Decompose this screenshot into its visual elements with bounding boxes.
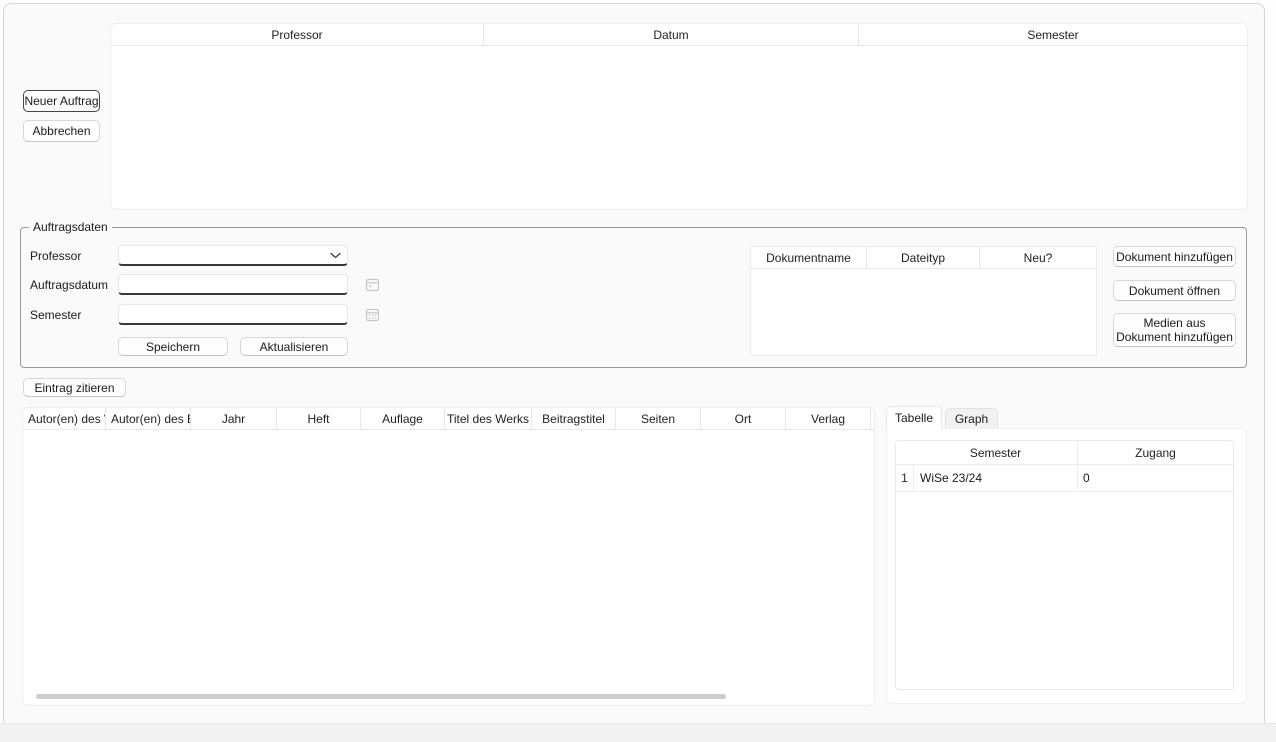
entries-col-work-title[interactable]: Titel des Werks — [445, 408, 532, 429]
tab-tabelle[interactable]: Tabelle — [886, 406, 942, 429]
order-date-label: Auftragsdatum — [30, 278, 108, 292]
stats-table-header: Semester Zugang — [896, 441, 1233, 465]
tab-graph[interactable]: Graph — [945, 408, 998, 429]
entries-col-pages[interactable]: Seiten — [616, 408, 701, 429]
documents-table-body[interactable] — [751, 269, 1096, 355]
orders-table-body[interactable] — [111, 46, 1247, 210]
entries-table-body[interactable] — [23, 430, 874, 690]
calendar-icon — [365, 277, 380, 292]
orders-table: Professor Datum Semester — [110, 23, 1248, 210]
semester-label: Semester — [30, 308, 81, 322]
open-document-button[interactable]: Dokument öffnen — [1113, 280, 1236, 301]
orders-col-professor[interactable]: Professor — [111, 24, 484, 45]
documents-table: Dokumentname Dateityp Neu? — [750, 246, 1097, 356]
entries-col-year[interactable]: Jahr — [191, 408, 277, 429]
add-document-button[interactable]: Dokument hinzufügen — [1113, 246, 1236, 267]
orders-table-header: Professor Datum Semester — [111, 24, 1247, 46]
semester-input[interactable] — [118, 304, 348, 325]
entries-col-author-contribution[interactable]: Autor(en) des Beitrags — [106, 408, 191, 429]
orders-col-datum[interactable]: Datum — [484, 24, 859, 45]
save-button[interactable]: Speichern — [118, 337, 228, 356]
entries-table: Autor(en) des Werks Autor(en) des Beitra… — [22, 407, 875, 706]
cite-entry-button[interactable]: Eintrag zitieren — [23, 378, 126, 397]
stats-col-semester[interactable]: Semester — [914, 441, 1078, 464]
calendar-grid-icon — [365, 307, 380, 322]
order-date-input[interactable] — [118, 274, 348, 295]
add-media-from-document-button[interactable]: Medien aus Dokument hinzufügen — [1113, 313, 1236, 347]
window-bottom-bar — [0, 723, 1276, 742]
new-order-button[interactable]: Neuer Auftrag — [23, 90, 100, 112]
row-semester: WiSe 23/24 — [914, 465, 1078, 491]
documents-table-header: Dokumentname Dateityp Neu? — [751, 247, 1096, 269]
groupbox-title: Auftragsdaten — [29, 220, 112, 234]
horizontal-scrollbar[interactable] — [36, 694, 726, 699]
row-zugang: 0 — [1078, 465, 1233, 491]
entries-col-author-work[interactable]: Autor(en) des Werks — [23, 408, 106, 429]
doc-col-type[interactable]: Dateityp — [867, 247, 980, 268]
professor-label: Professor — [30, 249, 81, 263]
stats-col-zugang[interactable]: Zugang — [1078, 441, 1233, 464]
stats-table-row[interactable]: 1 WiSe 23/24 0 — [896, 465, 1233, 492]
entries-table-header: Autor(en) des Werks Autor(en) des Beitra… — [23, 408, 874, 430]
stats-table: Semester Zugang 1 WiSe 23/24 0 — [895, 440, 1234, 690]
orders-col-semester[interactable]: Semester — [859, 24, 1247, 45]
doc-col-new[interactable]: Neu? — [980, 247, 1096, 268]
row-index: 1 — [896, 465, 914, 491]
entries-col-publisher[interactable]: Verlag — [786, 408, 871, 429]
entries-col-issue[interactable]: Heft — [277, 408, 361, 429]
professor-combobox[interactable] — [118, 245, 348, 266]
update-button[interactable]: Aktualisieren — [240, 337, 348, 356]
doc-col-name[interactable]: Dokumentname — [751, 247, 867, 268]
entries-col-city[interactable]: Ort — [701, 408, 786, 429]
entries-col-contribution-title[interactable]: Beitragstitel — [532, 408, 616, 429]
entries-col-edition[interactable]: Auflage — [361, 408, 445, 429]
cancel-button[interactable]: Abbrechen — [23, 120, 100, 142]
chevron-down-icon — [330, 252, 341, 259]
